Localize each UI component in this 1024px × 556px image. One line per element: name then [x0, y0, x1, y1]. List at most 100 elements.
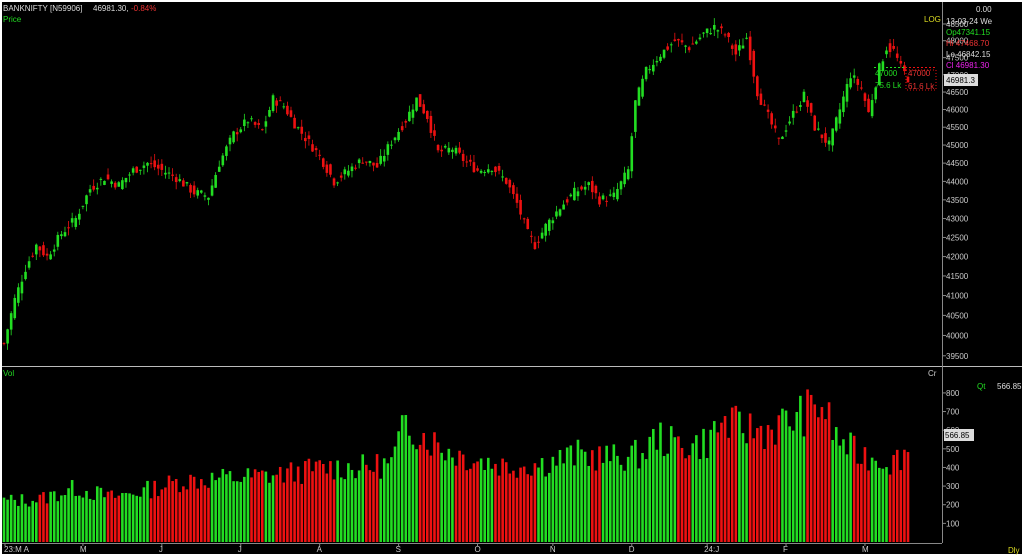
candle-body [748, 36, 752, 61]
candle-body [483, 171, 486, 173]
price-tick-label: 44000 [946, 177, 969, 186]
volume-bar [85, 490, 88, 542]
volume-bar [562, 463, 565, 542]
volume-bar [121, 493, 124, 542]
candle-body [307, 135, 311, 139]
volume-bar [271, 475, 275, 542]
price-tick-label: 42500 [946, 233, 969, 242]
candle-body [583, 186, 587, 190]
candle-body [479, 170, 483, 173]
volume-tick-label: 400 [946, 463, 960, 472]
candle-body [207, 197, 210, 200]
volume-bar [88, 498, 92, 542]
candle-body [555, 211, 558, 217]
volume-bar [512, 470, 515, 542]
volume-bar [652, 428, 655, 542]
candle-body [834, 117, 838, 131]
volume-bar [490, 468, 494, 542]
period-label[interactable]: Dly [1008, 546, 1020, 555]
candle-body [404, 121, 408, 123]
candle-body [565, 199, 569, 203]
candle-body [121, 180, 124, 190]
price-tick-label: 40000 [946, 331, 969, 340]
candle-body [619, 181, 623, 190]
candle-body [738, 45, 741, 51]
month-tick-label: S [396, 545, 401, 554]
candle-body [131, 168, 135, 173]
volume-bar [763, 449, 766, 542]
candle-body [436, 144, 440, 151]
volume-bar [486, 457, 490, 542]
volume-bar [576, 439, 580, 542]
volume-bar [210, 472, 214, 542]
candle-body [827, 140, 831, 145]
volume-bar [730, 407, 734, 542]
candle-body [519, 199, 522, 215]
candle-body [845, 84, 849, 102]
volume-bar [494, 463, 497, 542]
candle-body [257, 123, 260, 125]
candle-body [677, 39, 680, 41]
volume-bar [113, 497, 117, 542]
volume-bar [27, 506, 31, 542]
volume-bar [892, 455, 895, 542]
candle-body [691, 43, 695, 45]
candle-body [332, 178, 336, 186]
price-tick-label: 45000 [946, 141, 969, 150]
candle-body [551, 220, 555, 224]
volume-bar [411, 444, 415, 542]
candle-body [164, 172, 167, 175]
volume-bar [809, 394, 813, 542]
candle-body [852, 75, 856, 78]
volume-bar [24, 503, 27, 542]
volume-bar [777, 415, 781, 542]
candle-body [885, 50, 888, 55]
volume-bar [174, 478, 178, 542]
volume-bar [149, 498, 153, 542]
volume-bar [63, 495, 67, 542]
candle-body [293, 117, 296, 129]
candle-body [382, 155, 386, 162]
candle-body [522, 218, 526, 220]
volume-bar [451, 457, 454, 542]
info-date: 13-03-24 We [946, 17, 993, 26]
volume-bar [232, 481, 235, 542]
candle-body [386, 144, 390, 155]
candle-body [375, 162, 379, 168]
candle-body [630, 136, 634, 172]
volume-bar [214, 480, 217, 542]
volume-bar [70, 480, 74, 542]
volume-bar [634, 439, 637, 542]
volume-bar [519, 467, 522, 542]
volume-bar [870, 457, 874, 542]
volume-bar [867, 470, 870, 542]
candle-body [117, 182, 121, 187]
volume-bar [691, 443, 695, 542]
candle-body [124, 177, 128, 183]
volume-bar [616, 455, 619, 542]
volume-bar [228, 471, 232, 542]
candle-body [217, 166, 221, 172]
volume-bar [695, 435, 698, 542]
volume-bar [698, 459, 702, 542]
volume-bar [655, 449, 659, 542]
volume-bar [42, 492, 45, 542]
volume-bar [483, 469, 486, 542]
volume-bar [903, 449, 906, 542]
candle-body [250, 118, 253, 120]
candle-body [325, 164, 329, 173]
candle-body [443, 145, 447, 148]
volume-bar [662, 456, 666, 542]
candle-body [6, 329, 9, 344]
volume-bar [623, 470, 626, 542]
volume-bar [648, 436, 652, 542]
log-scale-label[interactable]: LOG [924, 15, 941, 24]
candle-body [103, 180, 106, 185]
volume-bar [422, 432, 426, 542]
candle-body [31, 255, 34, 257]
volume-unit: Cr [928, 369, 937, 378]
candle-body [623, 172, 626, 185]
info-high: Hi 47468.70 [946, 39, 990, 48]
volume-bar [239, 481, 243, 542]
candle-body [515, 193, 519, 203]
